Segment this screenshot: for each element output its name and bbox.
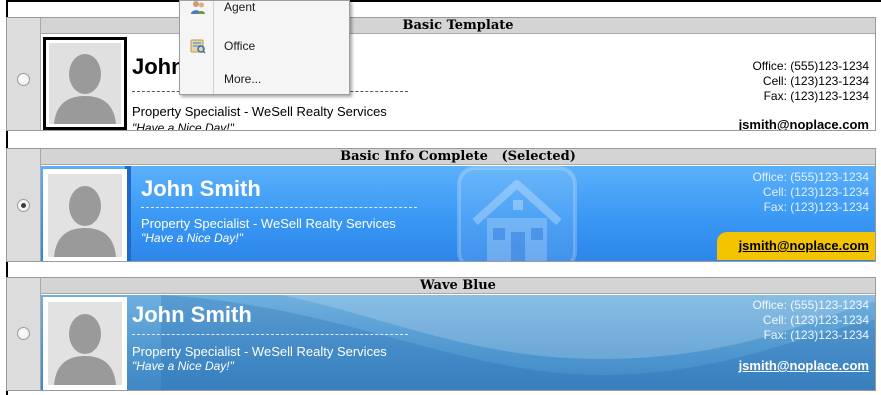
agent-title: Property Specialist - WeSell Realty Serv… [141, 216, 396, 231]
signature-card: John Smith Property Specialist - WeSell … [41, 295, 875, 390]
fax-number: Fax: (123)123-1234 [763, 200, 869, 214]
template-gutter [7, 278, 41, 390]
office-phone: Office: (555)123-1234 [752, 59, 869, 73]
template-basic[interactable]: Basic Template John Property Specialist … [6, 17, 876, 131]
contact-block: Office: (555)123-1234 Cell: (123)123-123… [752, 170, 869, 215]
house-watermark-icon [457, 166, 577, 261]
contact-block: Office: (555)123-1234 Cell: (123)123-123… [752, 59, 869, 104]
email-link[interactable]: jsmith@noplace.com [739, 117, 869, 130]
agent-name: John Smith [141, 176, 261, 201]
agent-name: John Smith [132, 302, 252, 327]
fax-number: Fax: (123)123-1234 [763, 328, 869, 342]
menu-item-more[interactable]: More... [180, 69, 349, 93]
agent-motto: "Have a Nice Day!" [132, 359, 234, 373]
signature-card: John Property Specialist - WeSell Realty… [41, 35, 875, 130]
agent-title: Property Specialist - WeSell Realty Serv… [132, 344, 387, 359]
email-link[interactable]: jsmith@noplace.com [739, 358, 869, 373]
menu-item-office[interactable]: Office [180, 34, 349, 58]
template-header: Wave Blue [41, 278, 875, 294]
cell-phone: Cell: (123)123-1234 [762, 74, 869, 88]
agent-motto: "Have a Nice Day!" [141, 231, 243, 245]
cell-phone: Cell: (123)123-1234 [762, 313, 869, 327]
profile-photo [43, 297, 127, 390]
menu-item-agent[interactable]: Agent [180, 0, 349, 20]
profile-photo [43, 37, 127, 130]
template-radio-basic[interactable] [17, 73, 30, 86]
menu-item-label: Office [224, 39, 256, 53]
menu-item-label: Agent [224, 0, 256, 14]
template-radio-wave-blue[interactable] [17, 327, 30, 340]
template-header: Basic Info Complete (Selected) [41, 149, 875, 165]
office-icon [190, 39, 206, 54]
template-wave-blue[interactable]: Wave Blue John Smith Property Specialist… [6, 277, 876, 391]
template-header: Basic Template [41, 18, 875, 34]
office-phone: Office: (555)123-1234 [752, 170, 869, 184]
template-gutter [7, 149, 41, 261]
template-radio-selected[interactable] [17, 199, 30, 212]
cell-phone: Cell: (123)123-1234 [762, 185, 869, 199]
email-link[interactable]: jsmith@noplace.com [739, 238, 869, 253]
office-phone: Office: (555)123-1234 [752, 298, 869, 312]
template-gutter [7, 18, 41, 130]
agent-title: Property Specialist - WeSell Realty Serv… [132, 104, 387, 119]
signature-card: John Smith Property Specialist - WeSell … [41, 166, 875, 261]
menu-item-label: More... [224, 72, 262, 86]
agent-name: John [132, 54, 185, 79]
template-basic-info-complete[interactable]: Basic Info Complete (Selected) John Smit… [6, 148, 876, 262]
contact-block: Office: (555)123-1234 Cell: (123)123-123… [752, 298, 869, 343]
divider [132, 334, 408, 335]
context-menu: Agent Office More... [179, 0, 350, 95]
agent-motto: "Have a Nice Day!" [132, 121, 234, 130]
divider [141, 207, 417, 208]
profile-photo [43, 169, 127, 261]
agent-icon [191, 1, 205, 14]
fax-number: Fax: (123)123-1234 [763, 89, 869, 103]
